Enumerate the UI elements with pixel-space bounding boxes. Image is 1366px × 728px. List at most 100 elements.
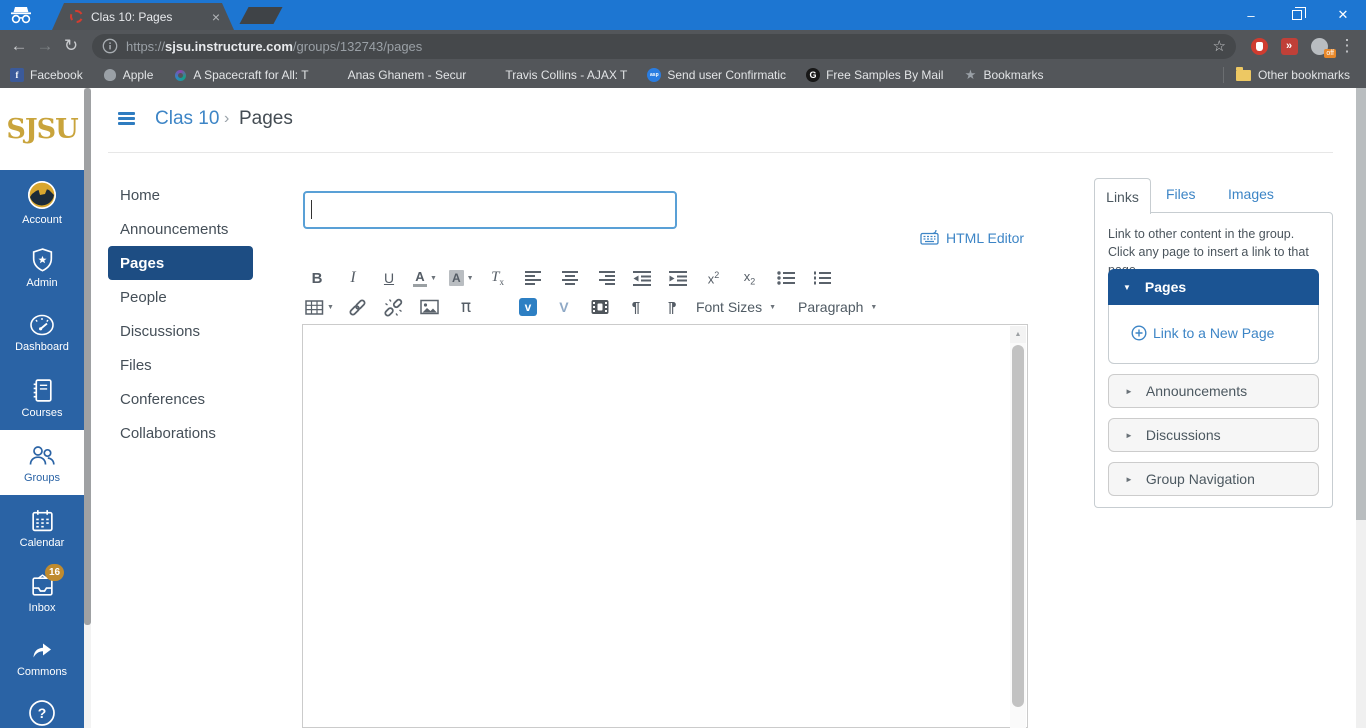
tab-files[interactable]: Files: [1166, 186, 1196, 202]
sidebar-item-courses[interactable]: Courses: [0, 365, 84, 430]
bookmark-send-user-confirmation[interactable]: asp Send user Confirmatic: [647, 68, 786, 82]
back-icon[interactable]: ←: [6, 36, 32, 56]
film-icon: [591, 299, 609, 315]
adblock-extension-icon[interactable]: [1244, 38, 1274, 55]
sidebar-item-dashboard[interactable]: Dashboard: [0, 300, 84, 365]
sidebar-item-account[interactable]: Account: [0, 170, 84, 235]
accordion-announcements[interactable]: ► Announcements: [1108, 374, 1319, 408]
equation-button[interactable]: π: [454, 294, 478, 320]
fvd-extension-icon[interactable]: »: [1274, 38, 1304, 55]
accordion-pages[interactable]: ▼ Pages: [1108, 269, 1319, 305]
nav-item-files[interactable]: Files: [120, 348, 270, 382]
breadcrumb-group-link[interactable]: Clas 10: [155, 108, 219, 130]
editor-scrollbar-thumb[interactable]: [1012, 345, 1024, 707]
page-title-input[interactable]: [303, 191, 677, 229]
g-favicon: G: [806, 68, 820, 82]
browser-tab[interactable]: Clas 10: Pages ×: [52, 3, 234, 30]
clear-formatting-button[interactable]: Tx: [486, 265, 510, 291]
numbered-list-button[interactable]: [810, 265, 834, 291]
sidebar-scrollbar[interactable]: [84, 88, 91, 728]
forward-icon[interactable]: →: [32, 36, 58, 56]
nav-item-discussions[interactable]: Discussions: [120, 314, 270, 348]
nav-item-conferences[interactable]: Conferences: [120, 382, 270, 416]
course-nav-toggle-icon[interactable]: [118, 112, 135, 127]
chevron-down-icon: ▼: [327, 304, 334, 311]
page-scrollbar-thumb[interactable]: [1356, 88, 1366, 520]
align-right-button[interactable]: [594, 265, 618, 291]
nav-item-collaborations[interactable]: Collaborations: [120, 416, 270, 450]
insert-link-button[interactable]: [346, 294, 370, 320]
bookmark-facebook[interactable]: f Facebook: [10, 68, 83, 82]
facebook-favicon: f: [10, 68, 24, 82]
outdent-button[interactable]: [630, 265, 654, 291]
tab-links[interactable]: Links: [1094, 178, 1151, 214]
close-button[interactable]: ✕: [1320, 0, 1366, 30]
nav-item-pages[interactable]: Pages: [108, 246, 253, 280]
sidebar-item-help[interactable]: ?: [0, 690, 84, 728]
underline-button[interactable]: U: [377, 265, 401, 291]
incognito-icon: [9, 6, 33, 24]
other-bookmarks-button[interactable]: Other bookmarks: [1236, 68, 1350, 82]
bookmark-spacecraft[interactable]: A Spacecraft for All: T: [173, 68, 308, 82]
align-center-button[interactable]: [558, 265, 582, 291]
bookmark-anas-ghanem[interactable]: Anas Ghanem - Secur: [329, 68, 467, 82]
sidebar-item-admin[interactable]: Admin: [0, 235, 84, 300]
bookmark-travis-collins[interactable]: Travis Collins - AJAX T: [486, 68, 627, 82]
nav-item-home[interactable]: Home: [120, 178, 270, 212]
sidebar-item-calendar[interactable]: Calendar: [0, 495, 84, 560]
rtl-direction-button[interactable]: ¶: [660, 294, 684, 320]
accordion-discussions[interactable]: ► Discussions: [1108, 418, 1319, 452]
html-editor-link[interactable]: HTML Editor: [920, 229, 1024, 246]
sidebar-item-inbox[interactable]: 16 Inbox: [0, 560, 84, 625]
superscript-button[interactable]: x2: [702, 265, 726, 291]
extension-off-icon[interactable]: off: [1304, 38, 1334, 55]
background-color-button[interactable]: A ▼: [449, 265, 474, 291]
sjsu-logo[interactable]: SJSU: [0, 88, 84, 170]
bookmark-apple[interactable]: Apple: [103, 68, 154, 82]
vimeo-library-button[interactable]: V: [552, 294, 576, 320]
nav-item-announcements[interactable]: Announcements: [120, 212, 270, 246]
editor-scrollbar[interactable]: ▲: [1010, 326, 1026, 728]
bookmark-folder-bookmarks[interactable]: ★ Bookmarks: [963, 68, 1043, 82]
bold-button[interactable]: B: [305, 265, 329, 291]
url-text[interactable]: https://sjsu.instructure.com/groups/1327…: [126, 39, 1213, 54]
remove-link-button[interactable]: [382, 294, 406, 320]
folder-icon: [1236, 70, 1251, 81]
chrome-menu-icon[interactable]: ⋮: [1334, 36, 1360, 56]
accordion-group-navigation[interactable]: ► Group Navigation: [1108, 462, 1319, 496]
breadcrumb-separator: ›: [224, 110, 229, 128]
link-to-new-page-button[interactable]: Link to a New Page: [1131, 325, 1274, 341]
new-tab-button[interactable]: [239, 7, 282, 24]
editor-content-area[interactable]: ▲: [302, 324, 1028, 728]
align-left-button[interactable]: [522, 265, 546, 291]
tab-close-icon[interactable]: ×: [212, 9, 220, 25]
indent-button[interactable]: [666, 265, 690, 291]
sidebar-item-groups[interactable]: Groups: [0, 430, 84, 495]
chevron-down-icon: ▼: [467, 275, 474, 282]
text-color-button[interactable]: A ▼: [413, 265, 437, 291]
ltr-direction-button[interactable]: ¶: [624, 294, 648, 320]
minimize-button[interactable]: –: [1228, 0, 1274, 30]
font-sizes-dropdown[interactable]: Font Sizes ▼: [696, 294, 776, 320]
info-icon[interactable]: [102, 38, 118, 54]
italic-button[interactable]: I: [341, 265, 365, 291]
embed-image-button[interactable]: [418, 294, 442, 320]
page-scrollbar[interactable]: [1356, 88, 1366, 728]
bullet-list-button[interactable]: [774, 265, 798, 291]
sidebar-scrollbar-thumb[interactable]: [84, 88, 91, 625]
paragraph-format-dropdown[interactable]: Paragraph ▼: [798, 294, 877, 320]
table-button[interactable]: ▼: [305, 294, 334, 320]
nav-item-people[interactable]: People: [120, 280, 270, 314]
bookmark-star-icon[interactable]: ☆: [1213, 37, 1226, 55]
bookmark-free-samples[interactable]: G Free Samples By Mail: [806, 68, 943, 82]
video-button[interactable]: [588, 294, 612, 320]
subscript-button[interactable]: x2: [738, 265, 762, 291]
sidebar-item-commons[interactable]: Commons: [0, 625, 84, 690]
url-bar[interactable]: https://sjsu.instructure.com/groups/1327…: [92, 34, 1236, 59]
scroll-up-arrow-icon[interactable]: ▲: [1010, 326, 1026, 343]
tab-images[interactable]: Images: [1228, 186, 1274, 202]
browser-titlebar: Clas 10: Pages × – ✕: [0, 0, 1366, 30]
maximize-button[interactable]: [1274, 0, 1320, 30]
vimeo-upload-button[interactable]: v: [516, 294, 540, 320]
refresh-icon[interactable]: ↻: [58, 36, 84, 56]
